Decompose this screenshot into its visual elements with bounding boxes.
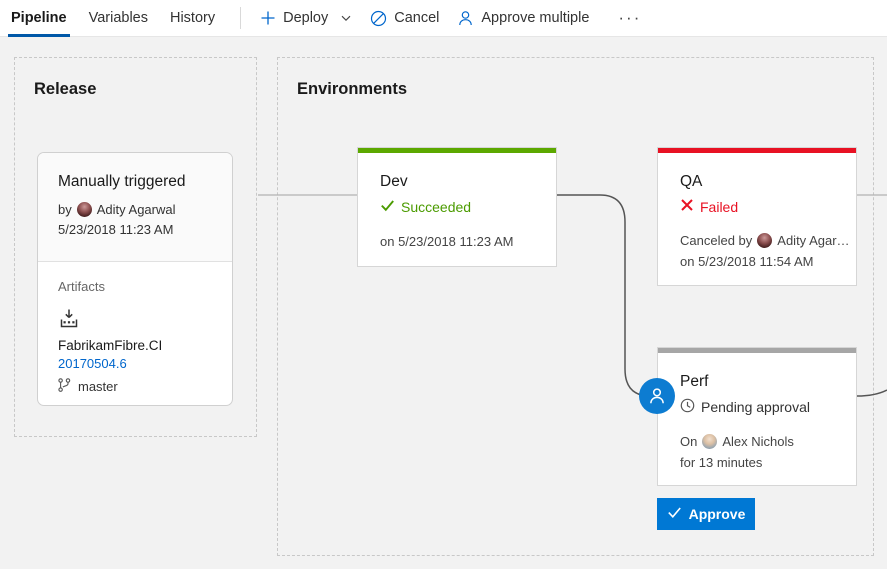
check-icon: [667, 505, 682, 523]
artifact-version-link[interactable]: 20170504.6: [58, 356, 212, 371]
avatar: [702, 434, 717, 449]
environment-meta-primary: Canceled by Adity Agar…: [680, 233, 834, 248]
cancel-button[interactable]: Cancel: [361, 0, 448, 37]
environment-meta-primary: On Alex Nichols: [680, 434, 834, 449]
environment-body: Dev Succeeded on 5/23/2018 11:23 AM: [358, 153, 556, 249]
avatar: [757, 233, 772, 248]
environment-card-qa[interactable]: QA Failed Canceled by Adity Agar… on 5/2…: [657, 147, 857, 286]
release-by-label: by: [58, 202, 72, 217]
environment-name: QA: [680, 173, 834, 191]
cancel-label: Cancel: [394, 10, 439, 26]
environment-meta-prefix: Canceled by: [680, 233, 752, 248]
tab-history-label: History: [170, 10, 215, 26]
clock-icon: [680, 398, 695, 416]
environment-status: Succeeded: [380, 198, 534, 216]
release-card[interactable]: Manually triggered by Adity Agarwal 5/23…: [37, 152, 233, 406]
artifact-branch-label: master: [78, 379, 118, 394]
artifact-name: FabrikamFibre.CI: [58, 338, 212, 353]
chevron-down-icon[interactable]: [340, 12, 352, 24]
environment-meta-user: Adity Agar…: [777, 233, 849, 248]
approve-multiple-button[interactable]: Approve multiple: [448, 0, 598, 37]
environment-body: QA Failed Canceled by Adity Agar… on 5/2…: [658, 153, 856, 269]
environment-meta-text: on 5/23/2018 11:23 AM: [380, 234, 513, 249]
deploy-label: Deploy: [283, 10, 328, 26]
environment-status-label: Pending approval: [701, 399, 810, 415]
toolbar: Pipeline Variables History Deploy Cancel: [0, 0, 887, 37]
environment-status: Failed: [680, 198, 834, 215]
release-by-user: Adity Agarwal: [97, 202, 176, 217]
environment-meta-prefix: On: [680, 434, 697, 449]
branch-icon: [58, 378, 71, 395]
environment-meta-secondary: on 5/23/2018 11:54 AM: [680, 254, 834, 269]
environment-card-dev[interactable]: Dev Succeeded on 5/23/2018 11:23 AM: [357, 147, 557, 267]
tab-variables-label: Variables: [89, 10, 148, 26]
approve-button-label: Approve: [689, 506, 746, 522]
pending-approver-badge[interactable]: [639, 378, 675, 414]
build-artifact-icon: [58, 315, 80, 332]
environment-name: Dev: [380, 173, 534, 191]
artifact-branch: master: [58, 378, 212, 395]
release-card-artifacts: Artifacts FabrikamFibre.CI 20170504.6: [38, 262, 232, 395]
plus-icon: [260, 10, 276, 26]
artifacts-label: Artifacts: [58, 279, 212, 294]
cancel-icon: [370, 10, 387, 27]
environment-status-label: Failed: [700, 199, 738, 215]
environment-card-perf[interactable]: Perf Pending approval On Alex Nichols fo…: [657, 347, 857, 486]
release-trigger-title: Manually triggered: [58, 173, 212, 191]
release-triggered-by: by Adity Agarwal: [58, 202, 212, 217]
tab-pipeline[interactable]: Pipeline: [0, 0, 78, 37]
tab-pipeline-label: Pipeline: [11, 10, 67, 26]
approve-button[interactable]: Approve: [657, 498, 755, 530]
check-icon: [380, 198, 395, 216]
environment-body: Perf Pending approval On Alex Nichols fo…: [658, 353, 856, 470]
tab-variables[interactable]: Variables: [78, 0, 159, 37]
overflow-menu-button[interactable]: ···: [606, 0, 653, 37]
person-icon: [457, 10, 474, 27]
environment-status-label: Succeeded: [401, 199, 471, 215]
release-card-summary: Manually triggered by Adity Agarwal 5/23…: [38, 153, 232, 262]
environment-meta-user: Alex Nichols: [722, 434, 794, 449]
x-icon: [680, 198, 694, 215]
release-date: 5/23/2018 11:23 AM: [58, 222, 212, 237]
deploy-button[interactable]: Deploy: [251, 0, 361, 37]
approve-multiple-label: Approve multiple: [481, 10, 589, 26]
release-panel-title: Release: [34, 80, 96, 99]
overflow-menu-label: ···: [618, 8, 641, 28]
environment-status: Pending approval: [680, 398, 834, 416]
environment-name: Perf: [680, 373, 834, 391]
environments-panel-title: Environments: [297, 80, 407, 99]
avatar: [77, 202, 92, 217]
environment-meta-secondary: for 13 minutes: [680, 455, 834, 470]
environment-meta-primary: on 5/23/2018 11:23 AM: [380, 234, 534, 249]
tab-history[interactable]: History: [159, 0, 226, 37]
toolbar-divider: [240, 7, 241, 29]
